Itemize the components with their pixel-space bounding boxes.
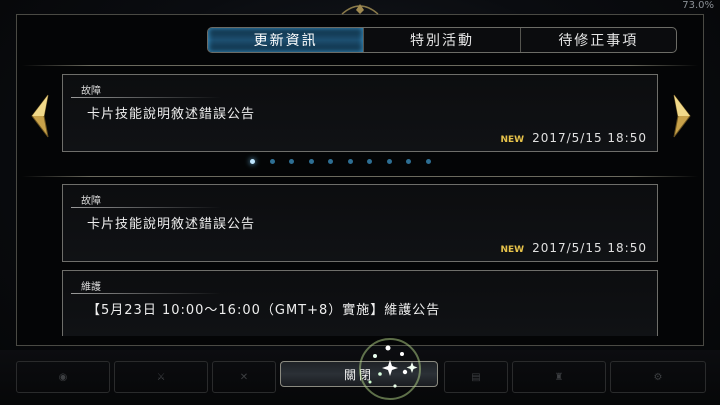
status-indicator: 73.0% <box>682 0 714 11</box>
carousel-news-card[interactable]: 故障 卡片技能說明敘述錯誤公告 NEW 2017/5/15 18:50 <box>62 74 658 152</box>
tab-updates[interactable]: 更新資訊 <box>208 28 364 52</box>
sword-icon: ⚔ <box>156 371 166 383</box>
sparkle-effect-icon <box>359 338 421 400</box>
page-dot[interactable] <box>386 159 392 164</box>
nav-item-quest[interactable]: ▤ <box>444 361 508 393</box>
news-category: 故障 <box>81 86 101 97</box>
news-list-item[interactable]: 故障 卡片技能說明敘述錯誤公告 NEW 2017/5/15 18:50 <box>62 184 658 262</box>
page-dot[interactable] <box>347 159 353 164</box>
divider-top <box>22 65 698 66</box>
prev-arrow-icon[interactable] <box>28 93 52 139</box>
home-icon: ◉ <box>58 371 68 383</box>
page-dot[interactable] <box>269 159 275 164</box>
next-arrow-icon[interactable] <box>670 93 694 139</box>
category-underline <box>71 97 221 98</box>
news-title: 卡片技能說明敘述錯誤公告 <box>87 107 256 122</box>
panel-ornament-icon <box>341 4 379 15</box>
divider-middle <box>22 176 698 177</box>
page-dot[interactable] <box>367 159 372 164</box>
category-underline <box>71 207 221 208</box>
news-category: 故障 <box>81 196 101 207</box>
nav-item-shop[interactable]: ♜ <box>512 361 606 393</box>
gear-icon: ⚙ <box>653 371 663 383</box>
nav-item-other[interactable]: ⚙ <box>610 361 706 393</box>
page-dot[interactable] <box>250 159 255 164</box>
carousel-pagination <box>250 159 431 164</box>
nav-item-home[interactable]: ◉ <box>16 361 110 393</box>
tab-bar: 更新資訊 特別活動 待修正事項 <box>207 27 677 53</box>
nav-item-battle[interactable]: ⚔ <box>114 361 208 393</box>
news-date: 2017/5/15 18:50 <box>532 241 647 255</box>
news-list-item[interactable]: 維護 【5月23日 10:00～16:00（GMT+8）實施】維護公告 <box>62 270 658 336</box>
cross-icon: ✕ <box>239 371 249 383</box>
news-title: 卡片技能說明敘述錯誤公告 <box>87 217 256 232</box>
page-dot[interactable] <box>308 159 314 164</box>
page-dot[interactable] <box>406 159 411 164</box>
book-icon: ▤ <box>471 371 481 383</box>
bottle-icon: ♜ <box>554 371 564 383</box>
tab-pending-fixes[interactable]: 待修正事項 <box>519 28 676 52</box>
news-date: 2017/5/15 18:50 <box>532 131 647 145</box>
tab-special-events[interactable]: 特別活動 <box>363 28 519 52</box>
page-dot[interactable] <box>425 159 431 164</box>
nav-item-cards[interactable]: ✕ <box>212 361 276 393</box>
page-dot[interactable] <box>289 159 294 164</box>
new-badge: NEW <box>500 135 525 145</box>
page-dot[interactable] <box>328 159 333 164</box>
news-category: 維護 <box>81 282 101 293</box>
category-underline <box>71 293 221 294</box>
news-title: 【5月23日 10:00～16:00（GMT+8）實施】維護公告 <box>87 303 441 318</box>
new-badge: NEW <box>500 245 525 255</box>
